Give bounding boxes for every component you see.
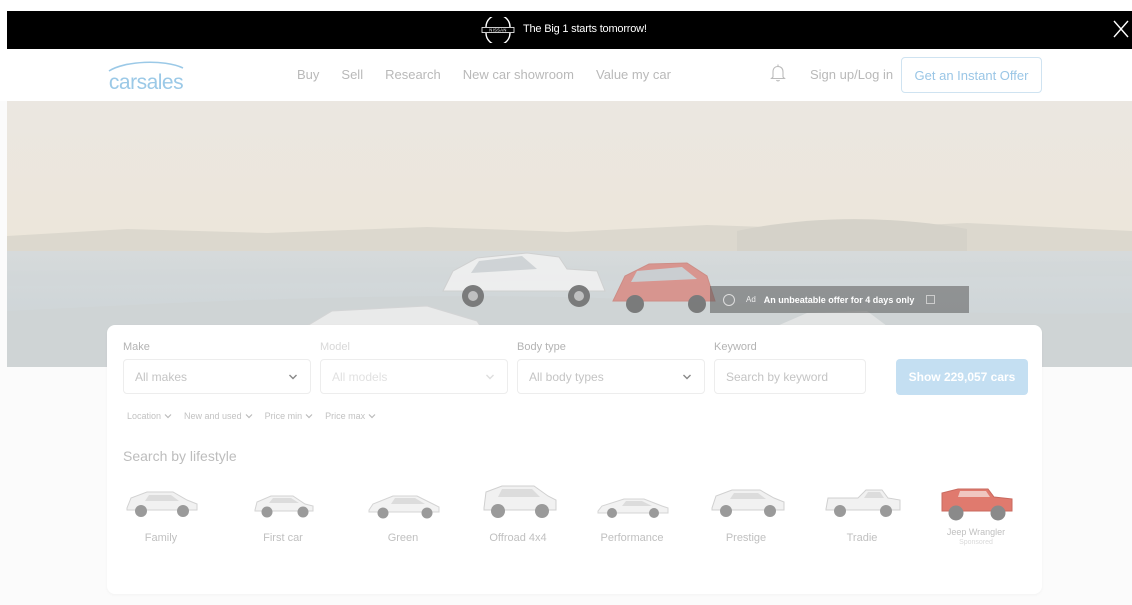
sports-car-icon	[597, 498, 669, 518]
promo-text: The Big 1 starts tomorrow!	[523, 23, 647, 35]
show-cars-button[interactable]: Show 229,057 cars	[896, 359, 1028, 395]
model-value: All models	[332, 369, 388, 384]
nav-buy[interactable]: Buy	[297, 67, 319, 82]
hero-ad-strip[interactable]: Ad An unbeatable offer for 4 days only	[710, 286, 969, 313]
chevron-down-icon	[486, 374, 494, 380]
keyword-input[interactable]: Search by keyword	[714, 359, 866, 394]
lifestyle-prestige-label: Prestige	[725, 532, 767, 544]
bell-icon[interactable]	[770, 63, 786, 83]
ad-tag: Ad	[746, 295, 756, 304]
make-value: All makes	[135, 369, 188, 384]
chevron-down-icon	[164, 414, 172, 419]
model-select[interactable]: All models	[320, 359, 508, 394]
lifestyle-performance[interactable]: Performance	[586, 480, 678, 544]
ute-icon	[825, 489, 901, 517]
svg-text:NISSAN: NISSAN	[489, 28, 506, 33]
family-suv-icon	[126, 491, 198, 517]
lifestyle-jeep-label: Jeep Wrangler	[946, 527, 1006, 537]
close-icon[interactable]	[1110, 16, 1132, 42]
lifestyle-offroad[interactable]: Offroad 4x4	[472, 480, 564, 544]
filter-price-min[interactable]: Price min	[265, 411, 314, 421]
filter-location[interactable]: Location	[127, 411, 172, 421]
filter-new-and-used[interactable]: New and used	[184, 411, 253, 421]
lifestyle-family[interactable]: Family	[115, 480, 207, 544]
page: NISSAN The Big 1 starts tomorrow! carsal…	[0, 0, 1132, 605]
external-link-icon	[926, 295, 936, 304]
promo-bar[interactable]: NISSAN The Big 1 starts tomorrow!	[7, 11, 1132, 49]
lifestyle-first-car-label: First car	[263, 532, 303, 544]
jeep-wrangler-icon	[941, 488, 1013, 521]
nav-research[interactable]: Research	[385, 67, 441, 82]
signin-link[interactable]: Sign up/Log in	[810, 67, 893, 82]
nav-value-my-car[interactable]: Value my car	[596, 67, 671, 82]
lifestyle-jeep-wrangler[interactable]: Jeep Wrangler Sponsored	[930, 483, 1022, 546]
hero-ad-text: An unbeatable offer for 4 days only	[763, 294, 915, 305]
filter-location-label: Location	[127, 411, 162, 421]
lifestyle-first-car[interactable]: First car	[237, 480, 329, 544]
chevron-down-icon	[245, 414, 253, 419]
body-type-value: All body types	[529, 369, 604, 384]
nav-links: Buy Sell Research New car showroom Value…	[297, 67, 693, 82]
nissan-logo-icon: NISSAN	[481, 17, 515, 43]
luxury-suv-icon	[711, 489, 785, 517]
instant-offer-button[interactable]: Get an Instant Offer	[901, 57, 1042, 93]
main-navigation: carsales Buy Sell Research New car showr…	[0, 49, 1132, 101]
filter-row: Location New and used Price min Price ma…	[127, 411, 388, 421]
lifestyle-green-label: Green	[387, 532, 419, 544]
lifestyle-tradie[interactable]: Tradie	[816, 480, 908, 544]
lifestyle-performance-label: Performance	[600, 532, 664, 544]
lifestyle-offroad-label: Offroad 4x4	[489, 532, 547, 544]
lifestyle-tradie-label: Tradie	[846, 532, 878, 544]
promo-banner: NISSAN The Big 1 starts tomorrow!	[0, 0, 1132, 49]
make-label: Make	[123, 341, 150, 353]
lifestyle-prestige[interactable]: Prestige	[700, 480, 792, 544]
offroad-4x4-icon	[483, 485, 557, 518]
chevron-down-icon	[683, 374, 691, 380]
sponsored-tag: Sponsored	[959, 539, 993, 546]
chevron-down-icon	[368, 414, 376, 419]
body-type-select[interactable]: All body types	[517, 359, 705, 394]
lifestyle-family-label: Family	[144, 532, 178, 544]
filter-price-max-label: Price max	[325, 411, 366, 421]
logo-wordmark: carsales	[109, 71, 183, 94]
filter-price-max[interactable]: Price max	[325, 411, 376, 421]
filter-new-and-used-label: New and used	[184, 411, 242, 421]
nav-sell[interactable]: Sell	[341, 67, 363, 82]
chevron-down-icon	[305, 414, 313, 419]
carsales-logo[interactable]: carsales	[106, 55, 186, 95]
search-card: Make All makes Model All models Body typ…	[107, 325, 1042, 594]
keyword-placeholder: Search by keyword	[726, 369, 829, 384]
lifestyle-title: Search by lifestyle	[123, 448, 237, 464]
body-type-label: Body type	[517, 341, 566, 353]
keyword-label: Keyword	[714, 341, 757, 353]
hatchback-icon	[254, 495, 314, 518]
lifestyle-green[interactable]: Green	[357, 480, 449, 544]
filter-price-min-label: Price min	[264, 411, 303, 421]
make-select[interactable]: All makes	[123, 359, 311, 394]
info-icon[interactable]	[723, 293, 735, 306]
chevron-down-icon	[289, 374, 297, 380]
nav-new-car-showroom[interactable]: New car showroom	[463, 67, 574, 82]
model-label: Model	[320, 341, 350, 353]
electric-car-icon	[368, 495, 440, 519]
